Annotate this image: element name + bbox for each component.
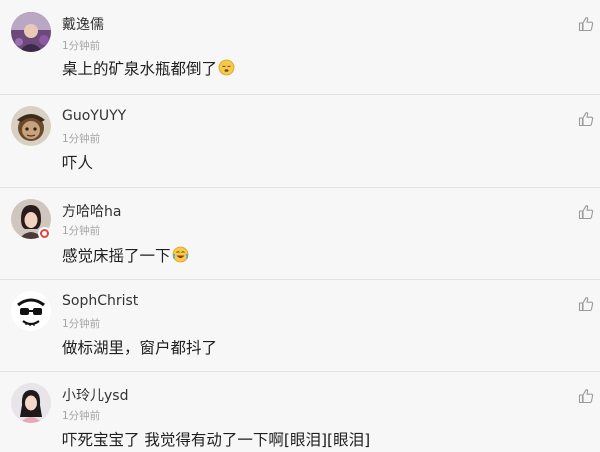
thumbs-up-icon[interactable] — [578, 16, 594, 32]
comment-text: 感觉床摇了一下 — [62, 244, 189, 267]
comment-author[interactable]: GuoYUYY — [62, 108, 126, 124]
thumbs-up-icon[interactable] — [578, 111, 594, 127]
comment-text-content: 吓人 — [62, 154, 94, 172]
comment-item: 方哈哈ha 1分钟前 感觉床摇了一下 — [0, 188, 600, 280]
verified-badge-icon — [38, 227, 51, 240]
comment-author[interactable]: SophChrist — [62, 293, 138, 309]
comment-text: 吓死宝宝了 我觉得有动了一下啊[眼泪][眼泪] — [62, 428, 370, 450]
comment-time: 1分钟前 — [62, 40, 101, 52]
thumbs-up-icon[interactable] — [578, 388, 594, 404]
comment-item: SophChrist 1分钟前 做标湖里，窗户都抖了 — [0, 280, 600, 372]
avatar[interactable] — [11, 106, 51, 146]
comment-item: GuoYUYY 1分钟前 吓人 — [0, 95, 600, 188]
comment-text: 做标湖里，窗户都抖了 — [62, 336, 217, 358]
thumbs-up-icon[interactable] — [578, 296, 594, 312]
comment-time: 1分钟前 — [62, 410, 101, 422]
comment-text: 吓人 — [62, 151, 93, 173]
comment-text-content: 桌上的矿泉水瓶都倒了 — [62, 60, 218, 78]
sleepy-face-emoji — [218, 59, 235, 80]
comment-time: 1分钟前 — [62, 133, 101, 145]
comment-item: 戴逸儒 1分钟前 桌上的矿泉水瓶都倒了 — [0, 0, 600, 95]
comment-text-content: 做标湖里，窗户都抖了 — [62, 339, 218, 357]
comment-list: 戴逸儒 1分钟前 桌上的矿泉水瓶都倒了 GuoYUYY 1分钟前 吓人 方哈哈h… — [0, 0, 600, 452]
avatar[interactable] — [11, 12, 51, 52]
comment-author[interactable]: 戴逸儒 — [62, 14, 104, 34]
comment-item: 小玲儿ysd 1分钟前 吓死宝宝了 我觉得有动了一下啊[眼泪][眼泪] — [0, 372, 600, 452]
crying-laughing-emoji — [172, 246, 189, 267]
comment-text-content: 感觉床摇了一下 — [62, 247, 171, 265]
thumbs-up-icon[interactable] — [578, 204, 594, 220]
comment-text: 桌上的矿泉水瓶都倒了 — [62, 57, 235, 80]
avatar[interactable] — [11, 383, 51, 423]
comment-author[interactable]: 小玲儿ysd — [62, 385, 128, 405]
comment-time: 1分钟前 — [62, 225, 101, 237]
comment-text-content: 吓死宝宝了 我觉得有动了一下啊[眼泪][眼泪] — [62, 431, 371, 449]
comment-time: 1分钟前 — [62, 318, 101, 330]
comment-author[interactable]: 方哈哈ha — [62, 201, 121, 221]
avatar[interactable] — [11, 291, 51, 331]
